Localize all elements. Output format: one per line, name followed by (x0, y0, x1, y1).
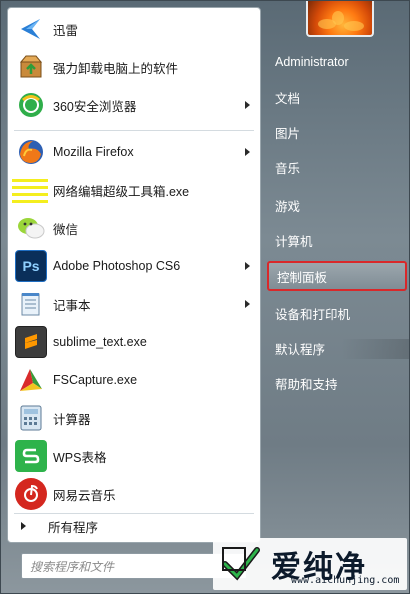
all-programs-label: 所有程序 (48, 520, 99, 535)
calculator-icon (15, 402, 47, 434)
link-games[interactable]: 游戏 (267, 190, 407, 220)
uninstall-box-icon (15, 51, 47, 83)
program-label: FSCapture.exe (53, 373, 138, 387)
watermark: 爱纯净 www.aichunjing.com (213, 538, 407, 590)
programs-pane: 迅雷 强力卸载电脑上的软件 360安全浏览器 Mozilla Firefox 网… (7, 7, 261, 543)
program-item-calculator[interactable]: 计算器 (8, 399, 260, 437)
user-avatar[interactable] (306, 1, 374, 37)
program-item-web-toolbox[interactable]: 网络编辑超级工具箱.exe (8, 171, 260, 209)
program-item-firefox[interactable]: Mozilla Firefox (8, 133, 260, 171)
program-item-wechat[interactable]: 微信 (8, 209, 260, 247)
link-default-programs[interactable]: 默认程序 (267, 333, 407, 363)
program-label: 迅雷 (53, 23, 79, 38)
aichunjing-logo-icon (222, 547, 260, 581)
user-name[interactable]: Administrator (267, 47, 407, 77)
program-item-netease-music[interactable]: 网易云音乐 (8, 475, 260, 513)
wechat-icon (15, 212, 47, 244)
link-computer[interactable]: 计算机 (267, 225, 407, 255)
program-item-thunder[interactable]: 迅雷 (8, 10, 260, 48)
link-music[interactable]: 音乐 (267, 152, 407, 182)
submenu-arrow-icon[interactable] (245, 262, 250, 270)
wps-spreadsheet-icon (15, 440, 47, 472)
program-label: Mozilla Firefox (53, 145, 134, 159)
program-label: 360安全浏览器 (53, 99, 137, 114)
program-label: WPS表格 (53, 450, 107, 465)
search-placeholder: 搜索程序和文件 (30, 559, 115, 574)
start-menu: 迅雷 强力卸载电脑上的软件 360安全浏览器 Mozilla Firefox 网… (0, 0, 410, 594)
fscapture-icon (15, 364, 47, 396)
sublime-icon (15, 326, 47, 358)
thunder-icon (15, 13, 47, 45)
program-item-360-browser[interactable]: 360安全浏览器 (8, 86, 260, 124)
right-arrow-icon (21, 522, 26, 530)
program-item-wps-sheets[interactable]: WPS表格 (8, 437, 260, 475)
program-label: 网络编辑超级工具箱.exe (53, 184, 190, 199)
program-item-sublime[interactable]: sublime_text.exe (8, 323, 260, 361)
divider (14, 130, 254, 131)
program-label: 强力卸载电脑上的软件 (53, 61, 179, 76)
program-item-photoshop[interactable]: Ps Adobe Photoshop CS6 (8, 247, 260, 285)
program-label: Adobe Photoshop CS6 (53, 259, 181, 273)
link-help-support[interactable]: 帮助和支持 (267, 368, 407, 398)
link-documents[interactable]: 文档 (267, 82, 407, 112)
program-item-fscapture[interactable]: FSCapture.exe (8, 361, 260, 399)
submenu-arrow-icon[interactable] (245, 300, 250, 308)
photoshop-icon: Ps (15, 250, 47, 282)
all-programs-button[interactable]: 所有程序 (8, 514, 260, 538)
program-label: 网易云音乐 (53, 488, 116, 503)
submenu-arrow-icon[interactable] (245, 101, 250, 109)
submenu-arrow-icon[interactable] (245, 148, 250, 156)
netease-music-icon (15, 478, 47, 510)
program-label: 微信 (53, 222, 79, 237)
link-pictures[interactable]: 图片 (267, 117, 407, 147)
link-devices-printers[interactable]: 设备和打印机 (267, 298, 407, 328)
browser-360-icon (15, 89, 47, 121)
notepad-stripes-icon (12, 174, 48, 206)
link-control-panel[interactable]: 控制面板 (267, 261, 407, 291)
notepad-icon (15, 288, 47, 320)
firefox-icon (15, 136, 47, 168)
program-item-notepad[interactable]: 记事本 (8, 285, 260, 323)
watermark-url: www.aichunjing.com (291, 575, 400, 586)
program-item-uninstaller[interactable]: 强力卸载电脑上的软件 (8, 48, 260, 86)
program-label: 记事本 (53, 298, 91, 313)
program-label: sublime_text.exe (53, 335, 147, 349)
program-label: 计算器 (53, 412, 91, 427)
